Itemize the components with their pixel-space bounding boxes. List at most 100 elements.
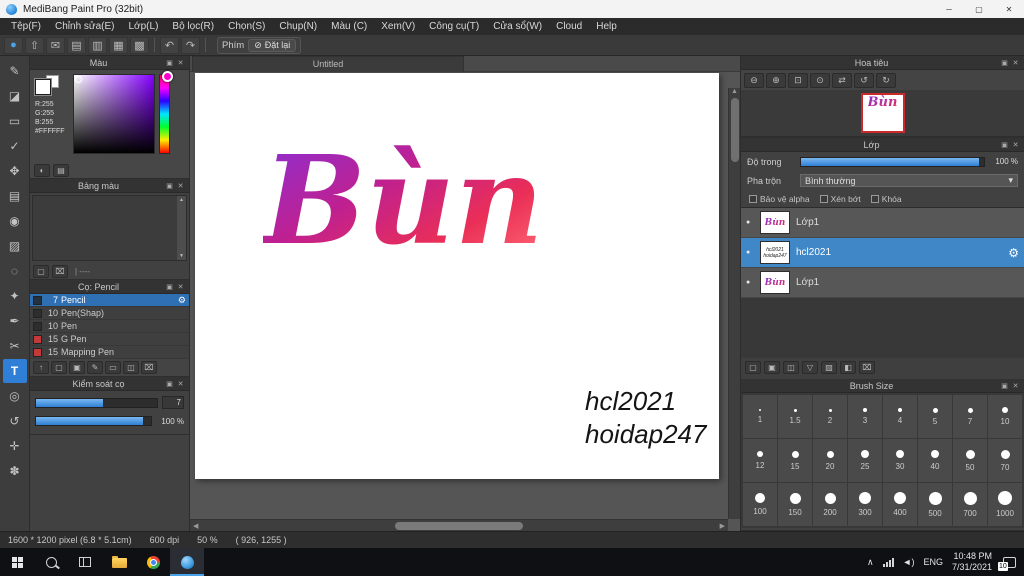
add-folder-button[interactable]: ▣ [764, 361, 780, 374]
control-pen-tool[interactable]: ✒ [3, 309, 27, 333]
menu-item-0[interactable]: Tệp(F) [4, 21, 48, 32]
menu-item-7[interactable]: Xem(V) [374, 21, 422, 32]
text-tool[interactable]: T [2, 359, 27, 383]
close-icon[interactable]: ✕ [175, 380, 186, 388]
brush-item-3[interactable]: 15 G Pen [30, 333, 189, 346]
rotate-left-icon[interactable]: ↺ [854, 72, 874, 88]
minimize-button[interactable]: ─ [934, 0, 964, 18]
layer-visibility-icon[interactable]: ● [746, 219, 754, 226]
new-canvas-icon[interactable]: ▤ [67, 36, 86, 54]
layer-checkbox-0[interactable]: Bảo vệ alpha [749, 194, 810, 204]
brush-size-1[interactable]: 1 [743, 395, 777, 438]
brush-size-100[interactable]: 100 [743, 483, 777, 526]
popout-icon[interactable]: ▣ [164, 380, 175, 388]
hue-slider[interactable] [159, 71, 173, 154]
popout-icon[interactable]: ▣ [164, 59, 175, 67]
brush-size-25[interactable]: 25 [848, 439, 882, 482]
layer-row-0[interactable]: ● Bùn Lớp1 [741, 208, 1024, 238]
brush-opacity-slider[interactable] [35, 416, 152, 426]
layer-mask-button[interactable]: ◧ [840, 361, 856, 374]
sv-cursor[interactable] [75, 76, 82, 83]
brush-size-40[interactable]: 40 [918, 439, 952, 482]
brush-size-150[interactable]: 150 [778, 483, 812, 526]
close-icon[interactable]: ✕ [175, 283, 186, 291]
reset-button[interactable]: ⊘ Đặt lại [248, 38, 297, 52]
zoom-in-icon[interactable]: ⊕ [766, 72, 786, 88]
saturation-value-picker[interactable] [73, 74, 155, 154]
file-explorer-button[interactable] [102, 548, 136, 576]
brush-size-7[interactable]: 7 [953, 395, 987, 438]
add-layer-button[interactable]: ▢ [745, 361, 761, 374]
layer-effect-button[interactable]: ▨ [821, 361, 837, 374]
select-pen-tool[interactable]: ✓ [3, 134, 27, 158]
scrollbar-thumb[interactable] [731, 98, 739, 162]
task-view-button[interactable] [68, 548, 102, 576]
brush-size-12[interactable]: 12 [743, 439, 777, 482]
language-indicator[interactable]: ENG [923, 557, 943, 567]
close-button[interactable]: ✕ [994, 0, 1024, 18]
popout-icon[interactable]: ▣ [164, 182, 175, 190]
close-icon[interactable]: ✕ [175, 59, 186, 67]
grid-icon[interactable]: ▦ [109, 36, 128, 54]
menu-item-9[interactable]: Cửa sổ(W) [486, 21, 549, 32]
brush-size-400[interactable]: 400 [883, 483, 917, 526]
popout-icon[interactable]: ▣ [999, 59, 1010, 67]
brush-item-0[interactable]: 7 Pencil ⚙ [30, 294, 189, 307]
canvas-viewport[interactable]: Bùn hcl2021 hoidap247 ▲ ◀ ▶ [190, 72, 740, 531]
brush-size-500[interactable]: 500 [918, 483, 952, 526]
layer-checkbox-1[interactable]: Xén bớt [819, 194, 861, 204]
medibang-cloud-icon[interactable]: ● [4, 36, 23, 54]
duplicate-brush-button[interactable]: ◫ [123, 361, 139, 374]
add-color-button[interactable]: ▢ [33, 264, 49, 278]
magic-wand-tool[interactable]: ✦ [3, 284, 27, 308]
notification-center-button[interactable]: 10 [998, 556, 1016, 571]
foreground-color-swatch[interactable] [34, 78, 52, 96]
brush-preview-button[interactable]: ▭ [105, 361, 121, 374]
material-icon[interactable]: ▩ [130, 36, 149, 54]
merge-layer-button[interactable]: ▽ [802, 361, 818, 374]
brush-item-1[interactable]: 10 Pen(Shap) [30, 307, 189, 320]
navigator-preview-area[interactable]: Bùn [741, 90, 1024, 136]
popout-icon[interactable]: ▣ [999, 141, 1010, 149]
close-icon[interactable]: ✕ [175, 182, 186, 190]
menu-item-10[interactable]: Cloud [549, 21, 589, 32]
delete-layer-button[interactable]: ⌧ [859, 361, 875, 374]
pen-tool[interactable]: ✎ [3, 59, 27, 83]
menu-item-8[interactable]: Công cụ(T) [422, 21, 486, 32]
maximize-button[interactable]: ▢ [964, 0, 994, 18]
brush-sort-button[interactable]: ↑ [33, 361, 49, 374]
flip-view-icon[interactable]: ⇄ [832, 72, 852, 88]
brush-size-10[interactable]: 10 [988, 395, 1022, 438]
menu-item-5[interactable]: Chụp(N) [272, 21, 324, 32]
brush-item-2[interactable]: 10 Pen [30, 320, 189, 333]
edit-brush-button[interactable]: ✎ [87, 361, 103, 374]
layer-row-1[interactable]: ● hcl2021 hoidap247 hcl2021 ⚙ [741, 238, 1024, 268]
rotate-right-icon[interactable]: ↻ [876, 72, 896, 88]
color-slider-button[interactable]: ▤ [53, 163, 69, 177]
document-tab[interactable]: Untitled [192, 56, 464, 71]
scrollbar-thumb[interactable] [395, 522, 523, 530]
move-tool[interactable]: ✥ [3, 159, 27, 183]
layer-visibility-icon[interactable]: ● [746, 279, 754, 286]
upload-icon[interactable]: ⇧ [25, 36, 44, 54]
brush-size-50[interactable]: 50 [953, 439, 987, 482]
hand-tool[interactable]: ✽ [3, 459, 27, 483]
horizontal-scrollbar[interactable]: ◀ ▶ [190, 519, 728, 531]
brush-size-200[interactable]: 200 [813, 483, 847, 526]
brush-size-slider[interactable] [35, 397, 158, 408]
brush-size-5[interactable]: 5 [918, 395, 952, 438]
marquee-tool[interactable]: ▭ [3, 109, 27, 133]
palette-list[interactable]: ▲ ▼ [32, 195, 187, 261]
fit-window-icon[interactable]: ⊡ [788, 72, 808, 88]
brush-size-2[interactable]: 2 [813, 395, 847, 438]
menu-item-4[interactable]: Chọn(S) [221, 21, 272, 32]
brush-size-30[interactable]: 30 [883, 439, 917, 482]
undo-icon[interactable]: ↶ [160, 36, 179, 54]
comment-icon[interactable]: ✉ [46, 36, 65, 54]
menu-item-2[interactable]: Lớp(L) [122, 21, 166, 32]
layer-row-2[interactable]: ● Bùn Lớp1 [741, 268, 1024, 298]
popout-icon[interactable]: ▣ [999, 382, 1010, 390]
scroll-down-icon[interactable]: ▼ [179, 253, 184, 259]
clock[interactable]: 10:48 PM 7/31/2021 [952, 551, 992, 573]
brush-size-4[interactable]: 4 [883, 395, 917, 438]
